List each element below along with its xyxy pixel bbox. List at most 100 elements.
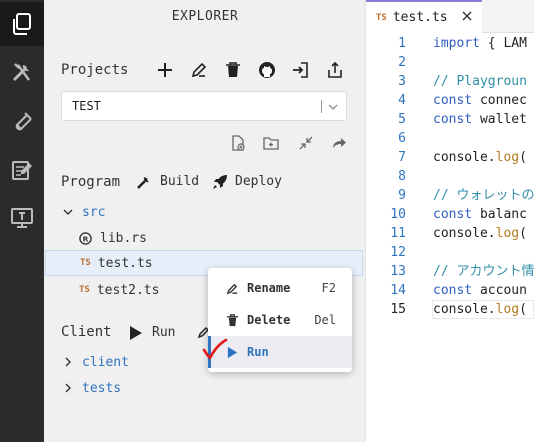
tree-file-test2-ts[interactable]: TS test2.ts [79,277,159,303]
line-number: 11 [390,226,406,241]
code-text: // ウォレットの [433,188,534,203]
line-number: 15 [390,302,406,317]
github-button[interactable] [256,59,278,81]
menu-item-rename[interactable]: Rename F2 [208,272,352,304]
code-text: const wallet [433,112,527,127]
test-tube-icon [15,112,32,131]
client-run-button[interactable]: Run [128,322,188,344]
tutorials-icon [12,161,32,180]
typescript-badge: TS [80,258,91,268]
share-button[interactable] [328,132,350,154]
activity-deploy-monitor[interactable] [0,196,44,240]
chevron-down-icon [328,104,338,111]
files-icon [13,13,31,35]
line-number: 10 [390,207,406,222]
export-button[interactable] [324,59,346,81]
tree-folder-src[interactable]: src [62,199,105,225]
project-select-value: TEST [72,99,101,113]
line-number: 9 [398,188,406,203]
line-number: 1 [398,36,406,51]
menu-item-shortcut: F2 [321,281,336,295]
tree-file-lib-rs[interactable]: R lib.rs [79,225,147,251]
code-line[interactable]: 14 const accoun [366,281,534,300]
activity-bar [0,0,44,442]
rename-project-button[interactable] [188,59,210,81]
code-line[interactable]: 2 [366,53,534,72]
export-icon [328,61,342,78]
editor-tab-test-ts[interactable]: TS test.ts [366,0,482,33]
code-line[interactable]: 13 // アカウント情 [366,262,534,281]
checkmark-annotation-icon [202,338,228,360]
project-select[interactable]: TEST [61,91,347,121]
code-line[interactable]: 5 const wallet [366,110,534,129]
code-text: const connec [433,93,527,108]
activity-files[interactable] [0,2,44,46]
typescript-badge: TS [79,285,90,295]
file-name: lib.rs [100,230,147,246]
new-file-icon [232,135,245,151]
new-file-button[interactable] [227,132,249,154]
code-line[interactable]: 11 console.log( [366,224,534,243]
trash-icon [226,62,240,77]
activity-tutorials[interactable] [0,148,44,192]
share-arrow-icon [333,138,346,148]
code-line[interactable]: 10 const balanc [366,205,534,224]
trash-icon [226,313,239,326]
collapse-icon [299,136,313,150]
new-project-button[interactable] [154,59,176,81]
code-line[interactable]: 6 [366,129,534,148]
line-number: 5 [398,112,406,127]
line-number: 12 [390,245,406,260]
menu-item-label: Run [247,345,269,359]
deploy-label: Deploy [235,174,282,189]
rust-icon: R [79,231,92,245]
code-text: console.log( [433,302,527,317]
code-line[interactable]: 3 // Playgroun [366,72,534,91]
line-number: 2 [398,55,406,70]
tree-folder-tests[interactable]: tests [62,375,121,401]
code-line[interactable]: 4 const connec [366,91,534,110]
code-line[interactable]: 9 // ウォレットの [366,186,534,205]
file-name: test2.ts [96,282,160,298]
client-label: Client [61,324,112,340]
plus-icon [158,63,172,77]
line-number: 3 [398,74,406,89]
collapse-all-button[interactable] [295,132,317,154]
new-folder-button[interactable] [260,132,282,154]
play-icon [130,326,142,340]
activity-test[interactable] [0,100,44,144]
activity-build[interactable] [0,50,44,94]
github-icon [259,62,275,78]
code-line[interactable]: 12 [366,243,534,262]
menu-item-label: Rename [247,281,291,295]
new-folder-icon [263,137,279,150]
code-line[interactable]: 7 console.log( [366,148,534,167]
line-number: 14 [390,283,406,298]
line-number: 4 [398,93,406,108]
code-text: const balanc [433,207,527,222]
pencil-icon [226,283,238,294]
code-line[interactable]: 8 [366,167,534,186]
build-label: Build [160,174,200,189]
delete-project-button[interactable] [222,59,244,81]
code-line[interactable]: 1 import { LAM [366,34,534,53]
code-text: // アカウント情 [433,264,534,279]
menu-item-delete[interactable]: Delete Del [208,304,352,336]
deploy-button[interactable]: Deploy [211,171,291,193]
code-text: console.log( [433,226,527,241]
explorer-title: EXPLORER [171,9,239,24]
line-number: 8 [398,169,406,184]
tree-folder-client[interactable]: client [62,349,129,375]
chevron-right-icon [65,357,71,367]
close-icon[interactable] [460,9,474,23]
chevron-right-icon [65,383,71,393]
pencil-icon [191,62,207,78]
code-line[interactable]: 15 console.log( [366,300,534,319]
import-button[interactable] [289,59,311,81]
build-button[interactable]: Build [136,171,200,193]
tools-icon [12,63,31,82]
folder-name: tests [82,380,122,396]
tab-label: test.ts [392,10,448,25]
wrench-icon [137,177,149,189]
menu-item-shortcut: Del [314,313,336,327]
